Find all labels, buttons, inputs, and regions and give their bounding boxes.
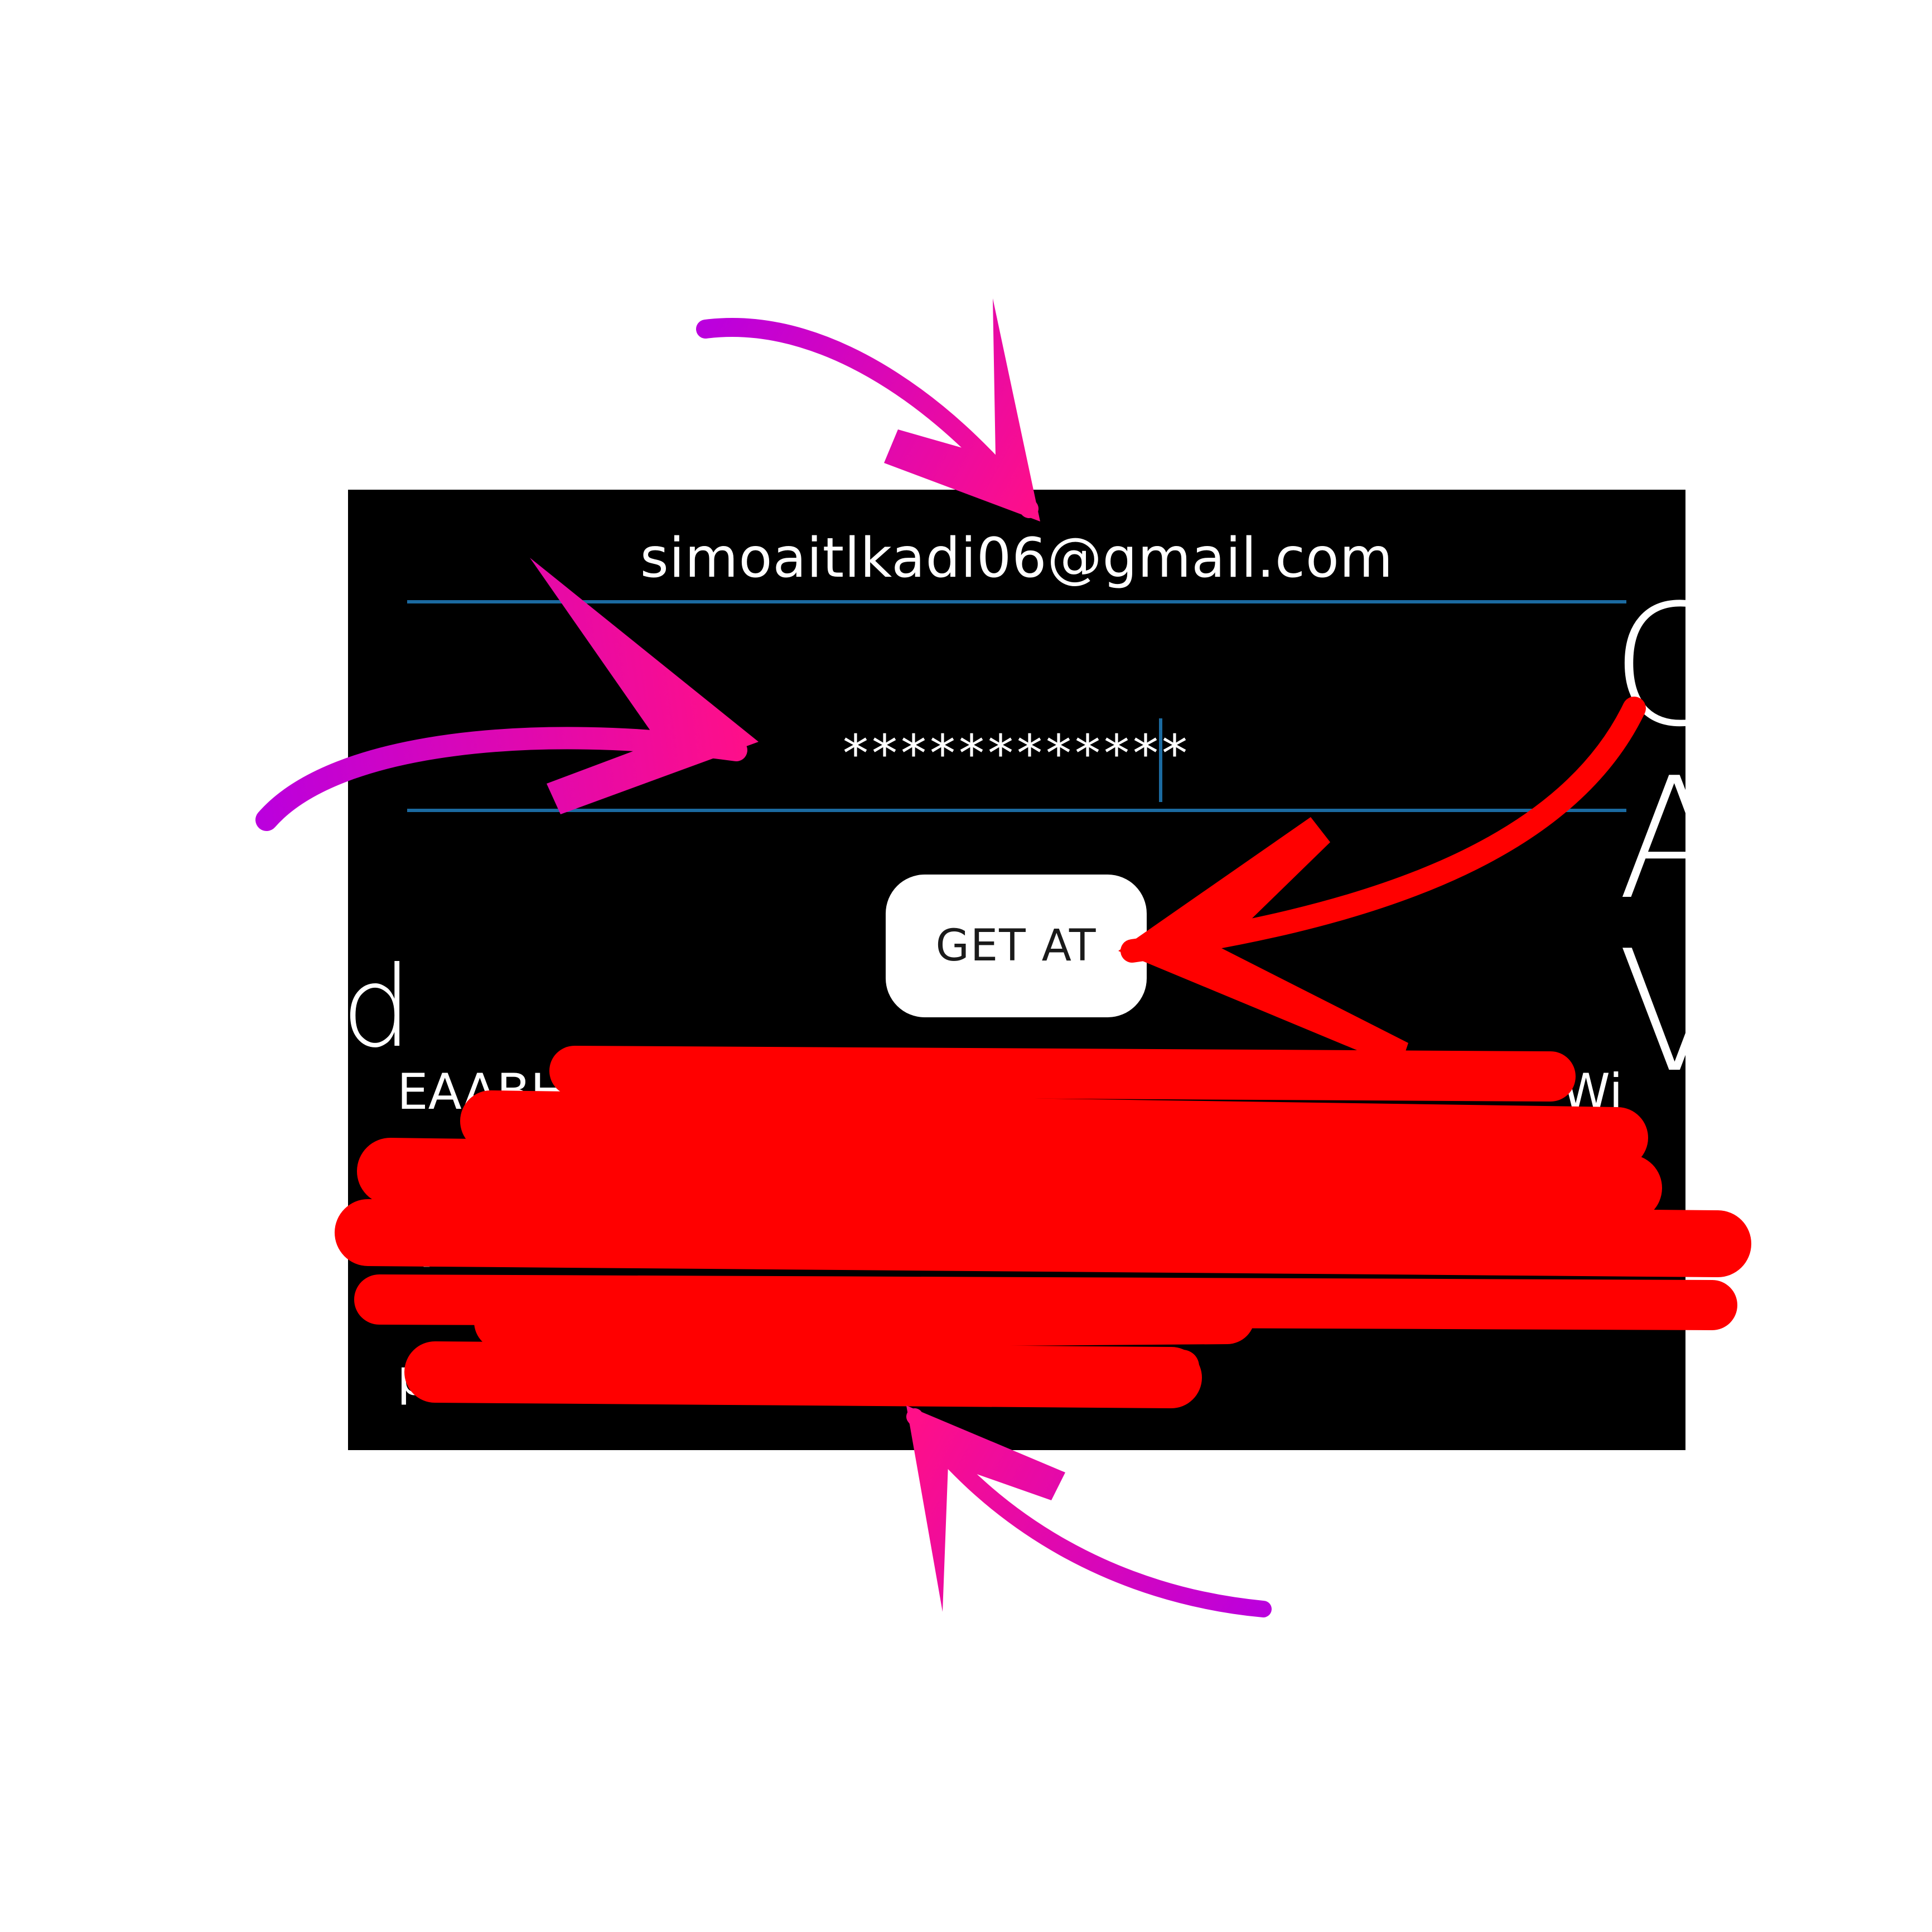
annotation-arrow-token: [906, 1405, 1272, 1617]
annotation-arrow-email: [696, 298, 1040, 521]
annotation-arrow-password: [255, 558, 759, 831]
annotation-overlay: [255, 298, 1751, 1617]
annotation-arrow-button: [1118, 697, 1646, 1068]
redaction-scribble: [335, 1046, 1751, 1408]
